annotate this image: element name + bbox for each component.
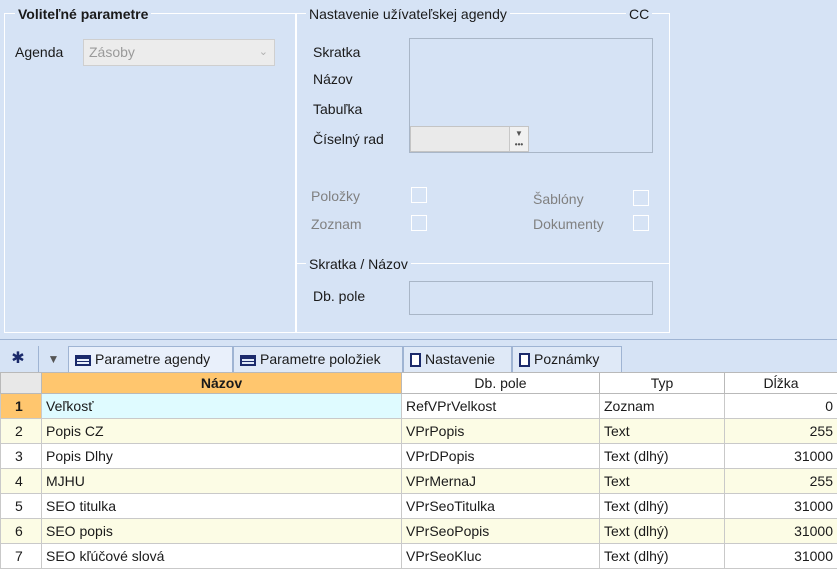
cell-nazov[interactable]: Popis CZ (42, 419, 402, 444)
cell-nazov[interactable]: SEO kľúčové slová (42, 544, 402, 569)
cell-nazov[interactable]: SEO titulka (42, 494, 402, 519)
cell-db-pole[interactable]: VPrSeoTitulka (402, 494, 600, 519)
row-number[interactable]: 5 (1, 494, 42, 519)
new-record-button[interactable]: ✱ (6, 348, 30, 370)
cell-typ[interactable]: Text (dlhý) (600, 494, 725, 519)
cell-dlzka[interactable]: 31000 (725, 444, 837, 469)
ellipsis-icon[interactable]: ••• (510, 140, 528, 150)
polozky-label: Položky (311, 187, 360, 205)
user-agenda-title: Nastavenie užívateľskej agendy (306, 6, 510, 22)
cell-dlzka[interactable]: 0 (725, 394, 837, 419)
row-number[interactable]: 4 (1, 469, 42, 494)
cell-db-pole[interactable]: VPrSeoKluc (402, 544, 600, 569)
table-row[interactable]: 4 MJHU VPrMernaJ Text 255 (1, 469, 837, 494)
row-number[interactable]: 7 (1, 544, 42, 569)
column-header-db-pole[interactable]: Db. pole (402, 373, 600, 394)
row-number[interactable]: 1 (1, 394, 42, 419)
cell-typ[interactable]: Text (dlhý) (600, 519, 725, 544)
tab-label: Nastavenie (425, 351, 495, 367)
cell-db-pole[interactable]: RefVPrVelkost (402, 394, 600, 419)
cell-nazov[interactable]: SEO popis (42, 519, 402, 544)
cell-db-pole[interactable]: VPrSeoPopis (402, 519, 600, 544)
skratka-nazov-title: Skratka / Názov (306, 256, 411, 272)
cell-db-pole[interactable]: VPrMernaJ (402, 469, 600, 494)
table-icon (240, 355, 256, 366)
cell-dlzka[interactable]: 255 (725, 469, 837, 494)
skratka-label: Skratka (313, 43, 360, 61)
column-header-typ[interactable]: Typ (600, 373, 725, 394)
filter-icon: ▼ (48, 352, 60, 366)
document-icon (410, 353, 421, 367)
db-pole-label: Db. pole (313, 287, 365, 305)
chevron-down-icon: ⌄ (259, 40, 268, 64)
tab-nastavenie[interactable]: Nastavenie (403, 346, 512, 372)
table-icon (75, 355, 91, 366)
cell-dlzka[interactable]: 31000 (725, 519, 837, 544)
ciselny-rad-label: Číselný rad (313, 130, 384, 148)
row-number[interactable]: 3 (1, 444, 42, 469)
cell-typ[interactable]: Zoznam (600, 394, 725, 419)
dokumenty-checkbox[interactable] (633, 215, 649, 231)
cc-label: CC (626, 6, 652, 22)
ciselny-rad-combo[interactable]: ▼ ••• (410, 126, 529, 152)
tab-label: Poznámky (534, 351, 599, 367)
agenda-label: Agenda (15, 43, 63, 61)
grid-corner[interactable] (1, 373, 42, 394)
cell-dlzka[interactable]: 255 (725, 419, 837, 444)
column-header-dlzka[interactable]: Dĺžka (725, 373, 837, 394)
document-icon (519, 353, 530, 367)
tab-parametre-poloziek[interactable]: Parametre položiek (233, 346, 403, 372)
table-row[interactable]: 5 SEO titulka VPrSeoTitulka Text (dlhý) … (1, 494, 837, 519)
cell-db-pole[interactable]: VPrDPopis (402, 444, 600, 469)
tab-poznamky[interactable]: Poznámky (512, 346, 622, 372)
tabulka-label: Tabuľka (313, 100, 362, 118)
cell-nazov[interactable]: Veľkosť (42, 394, 402, 419)
cell-typ[interactable]: Text (600, 469, 725, 494)
tab-strip: ✱ ▼ Parametre agendy Parametre položiek … (0, 339, 837, 371)
table-row[interactable]: 6 SEO popis VPrSeoPopis Text (dlhý) 3100… (1, 519, 837, 544)
column-header-nazov[interactable]: Názov (42, 373, 402, 394)
agenda-value: Zásoby (89, 44, 135, 60)
nazov-label: Názov (313, 70, 353, 88)
row-number[interactable]: 2 (1, 419, 42, 444)
cell-db-pole[interactable]: VPrPopis (402, 419, 600, 444)
agenda-combo[interactable]: Zásoby ⌄ (83, 39, 275, 66)
polozky-checkbox[interactable] (411, 187, 427, 203)
dokumenty-label: Dokumenty (533, 215, 604, 233)
cell-typ[interactable]: Text (dlhý) (600, 444, 725, 469)
db-pole-field[interactable] (409, 281, 653, 315)
params-grid: Názov Db. pole Typ Dĺžka 1 Veľkosť RefVP… (0, 372, 837, 569)
cell-nazov[interactable]: MJHU (42, 469, 402, 494)
cell-dlzka[interactable]: 31000 (725, 494, 837, 519)
cell-typ[interactable]: Text (dlhý) (600, 544, 725, 569)
table-row[interactable]: 1 Veľkosť RefVPrVelkost Zoznam 0 (1, 394, 837, 419)
zoznam-checkbox[interactable] (411, 215, 427, 231)
table-row[interactable]: 2 Popis CZ VPrPopis Text 255 (1, 419, 837, 444)
filter-button[interactable]: ▼ (38, 346, 68, 372)
zoznam-label: Zoznam (311, 215, 362, 233)
combo-buttons[interactable]: ▼ ••• (509, 127, 528, 151)
tab-label: Parametre položiek (260, 351, 381, 367)
cell-nazov[interactable]: Popis Dlhy (42, 444, 402, 469)
cell-dlzka[interactable]: 31000 (725, 544, 837, 569)
cell-typ[interactable]: Text (600, 419, 725, 444)
chevron-down-icon[interactable]: ▼ (510, 129, 528, 139)
sablony-label: Šablóny (533, 190, 584, 208)
table-row[interactable]: 3 Popis Dlhy VPrDPopis Text (dlhý) 31000 (1, 444, 837, 469)
table-row[interactable]: 7 SEO kľúčové slová VPrSeoKluc Text (dlh… (1, 544, 837, 569)
tab-label: Parametre agendy (95, 351, 210, 367)
sablony-checkbox[interactable] (633, 190, 649, 206)
tab-parametre-agendy[interactable]: Parametre agendy (68, 346, 233, 373)
optional-params-title: Voliteľné parametre (15, 6, 151, 22)
row-number[interactable]: 6 (1, 519, 42, 544)
